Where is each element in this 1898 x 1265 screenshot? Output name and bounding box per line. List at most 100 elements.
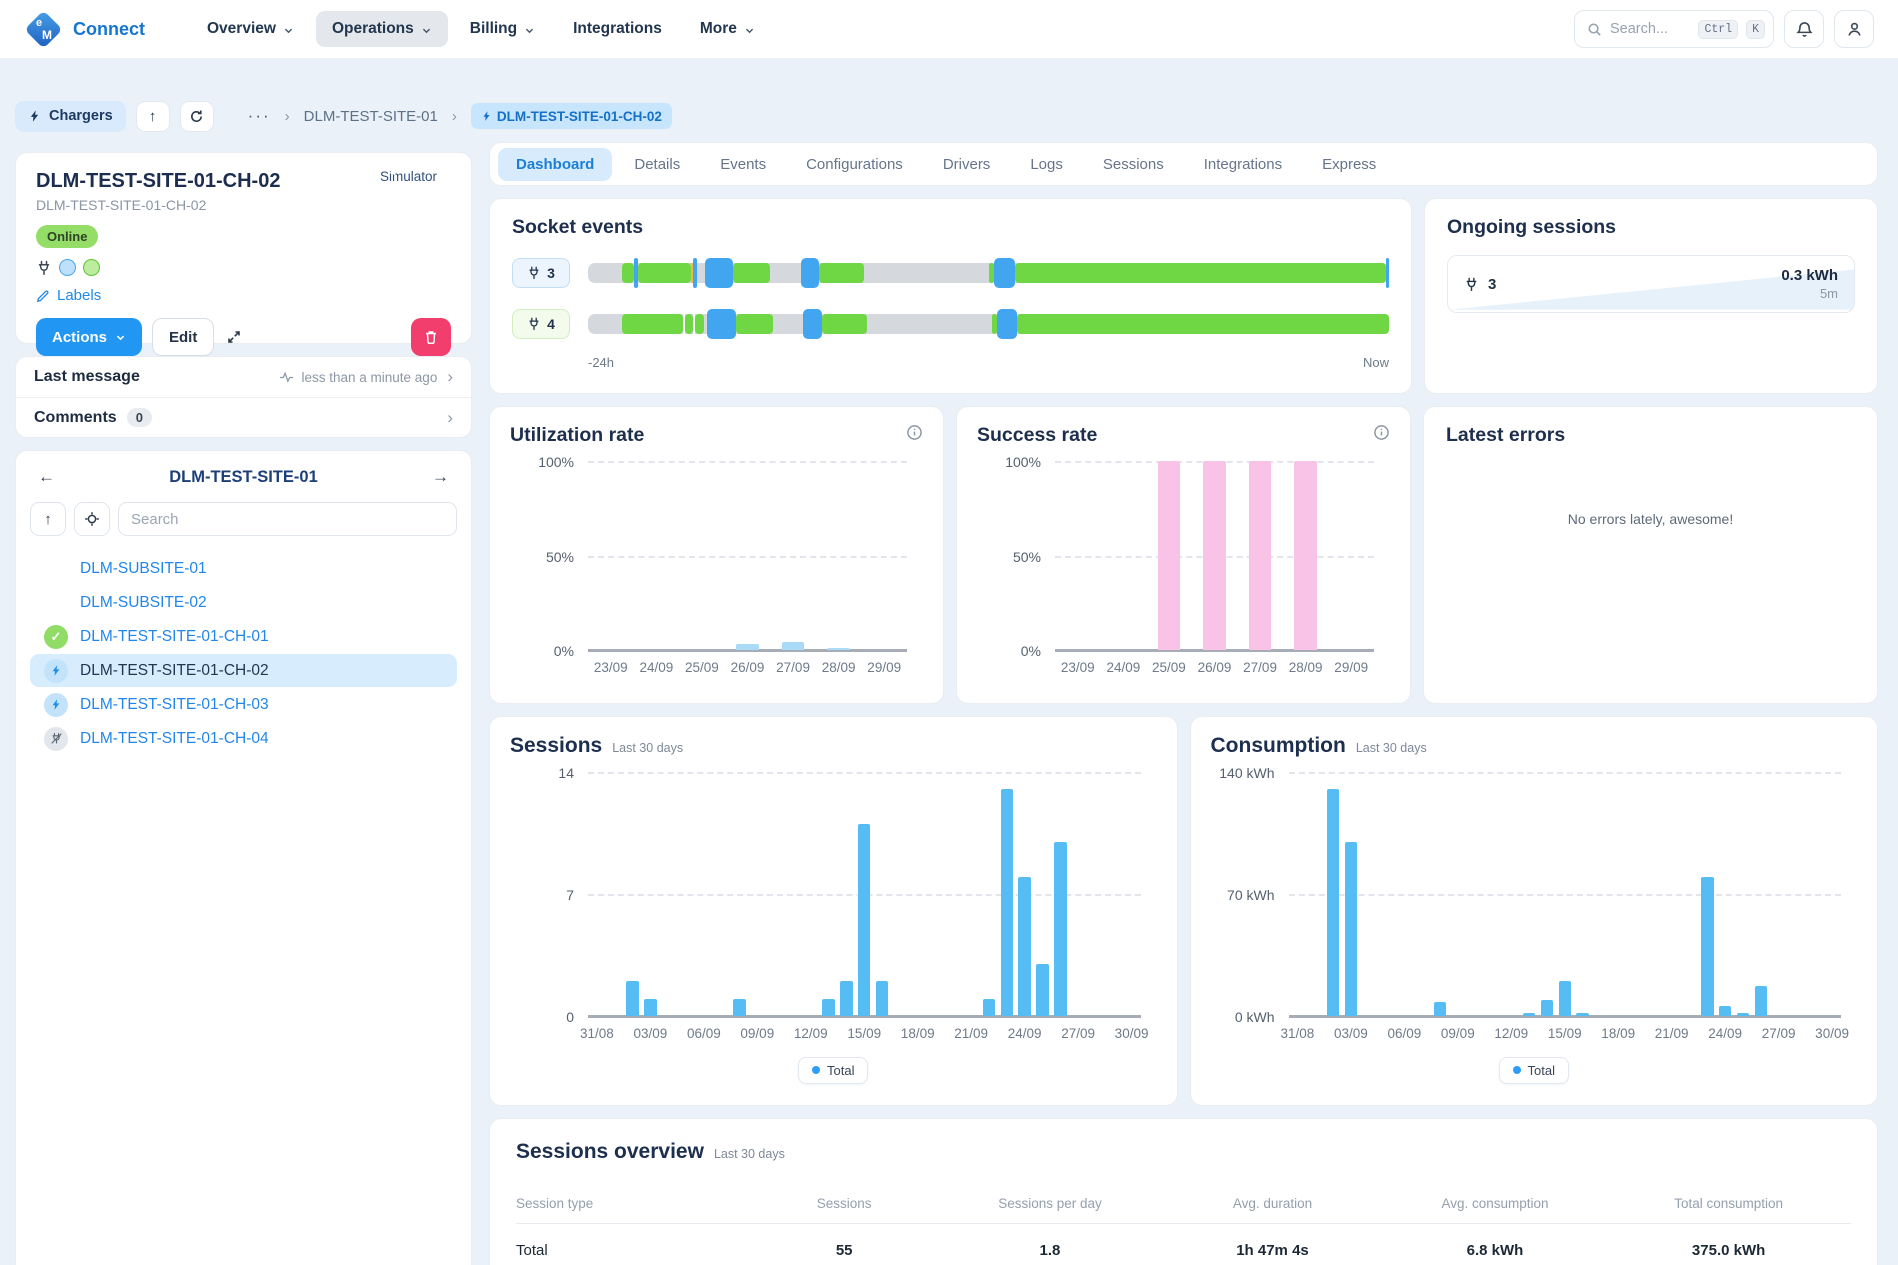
chevron-right-icon: › xyxy=(285,108,290,125)
chart-title: Utilization rate xyxy=(510,424,644,447)
crosshair-icon xyxy=(84,511,100,527)
search-input[interactable] xyxy=(1610,21,1690,37)
timeline-segment-blue xyxy=(705,258,734,288)
tree-item-dlm-test-site-01-ch-03[interactable]: DLM-TEST-SITE-01-CH-03 xyxy=(30,688,457,721)
connector-icon xyxy=(527,266,541,280)
scroll-top-button[interactable]: ↑ xyxy=(136,101,170,132)
tab-events[interactable]: Events xyxy=(702,148,784,181)
refresh-button[interactable] xyxy=(180,101,214,132)
tab-integrations[interactable]: Integrations xyxy=(1186,148,1300,181)
x-axis-tick: 28/09 xyxy=(1289,660,1323,675)
lightning-icon xyxy=(481,110,492,122)
nav-item-overview[interactable]: Overview xyxy=(191,11,310,47)
tree-item-dlm-subsite-02[interactable]: DLM-SUBSITE-02 xyxy=(30,586,457,619)
tree-item-dlm-subsite-01[interactable]: DLM-SUBSITE-01 xyxy=(30,552,457,585)
tab-details[interactable]: Details xyxy=(616,148,698,181)
y-axis-tick: 0% xyxy=(554,643,574,659)
notifications-button[interactable] xyxy=(1784,10,1824,48)
bar xyxy=(1158,461,1181,650)
y-axis-tick: 0 kWh xyxy=(1235,1009,1275,1025)
vendor-block: eM Simulator xyxy=(380,169,437,184)
actions-button[interactable]: Actions xyxy=(36,318,142,356)
comments-row[interactable]: Comments 0 › xyxy=(16,397,471,437)
nav-item-billing[interactable]: Billing xyxy=(454,11,551,47)
tree-forward-button[interactable]: → xyxy=(432,467,449,487)
brand[interactable]: eM Connect xyxy=(24,12,145,47)
nav-item-operations[interactable]: Operations xyxy=(316,11,448,47)
y-axis-tick: 140 kWh xyxy=(1219,765,1274,781)
timeline-segment-green xyxy=(1017,314,1389,334)
sessions-chart-card: Sessions Last 30 days 071431/0803/0906/0… xyxy=(489,716,1178,1106)
nav-item-integrations[interactable]: Integrations xyxy=(557,11,678,47)
session-energy: 0.3 kWh xyxy=(1781,267,1838,284)
arrow-up-icon: ↑ xyxy=(149,108,157,125)
brand-name: Connect xyxy=(73,19,145,40)
tree-locate-button[interactable] xyxy=(74,502,110,536)
tree-item-dlm-test-site-01-ch-02[interactable]: DLM-TEST-SITE-01-CH-02 xyxy=(30,654,457,687)
breadcrumb-current[interactable]: DLM-TEST-SITE-01-CH-02 xyxy=(471,103,672,129)
delete-button[interactable] xyxy=(411,318,451,356)
y-axis-tick: 50% xyxy=(1013,549,1041,565)
nav-item-label: Operations xyxy=(332,20,414,38)
legend-item-total[interactable]: Total xyxy=(798,1057,868,1084)
labels-link[interactable]: Labels xyxy=(36,287,451,304)
timeline-segment-green xyxy=(819,263,864,283)
labels-label: Labels xyxy=(57,287,101,304)
table-row: Total551.81h 47m 4s6.8 kWh375.0 kWh xyxy=(516,1224,1851,1265)
tab-sessions[interactable]: Sessions xyxy=(1085,148,1182,181)
account-button[interactable] xyxy=(1834,10,1874,48)
tab-express[interactable]: Express xyxy=(1304,148,1394,181)
legend-item-total[interactable]: Total xyxy=(1499,1057,1569,1084)
nav-item-label: Billing xyxy=(470,20,517,38)
bar xyxy=(1719,1006,1731,1016)
tree-item-dlm-test-site-01-ch-01[interactable]: ✓DLM-TEST-SITE-01-CH-01 xyxy=(30,620,457,653)
x-axis-tick: 24/09 xyxy=(1008,1026,1042,1041)
axis-end-label: Now xyxy=(1363,355,1389,370)
bar xyxy=(1576,1013,1588,1016)
tree-item-label: DLM-TEST-SITE-01-CH-03 xyxy=(80,696,269,714)
x-axis-tick: 24/09 xyxy=(1708,1026,1742,1041)
y-axis-tick: 0% xyxy=(1021,643,1041,659)
tree-back-button[interactable]: ← xyxy=(38,467,55,487)
bar xyxy=(1294,461,1317,650)
breadcrumb: Chargers ↑ ··· › DLM-TEST-SITE-01 › DLM-… xyxy=(15,100,1878,132)
edit-button[interactable]: Edit xyxy=(152,318,214,356)
bar xyxy=(644,999,656,1016)
legend-dot xyxy=(1513,1066,1521,1074)
tab-logs[interactable]: Logs xyxy=(1012,148,1081,181)
bar xyxy=(1001,789,1013,1016)
tree-site-title[interactable]: DLM-TEST-SITE-01 xyxy=(55,468,432,487)
bell-icon xyxy=(1796,21,1813,38)
y-axis-tick: 100% xyxy=(538,454,574,470)
gridline: 100% xyxy=(588,461,907,463)
timeline-segment-green xyxy=(638,263,691,283)
global-search[interactable]: Ctrl K xyxy=(1574,10,1774,48)
timeline-segment-blue xyxy=(801,258,819,288)
socket-4-label[interactable]: 4 xyxy=(512,309,570,339)
last-message-row[interactable]: Last message less than a minute ago › xyxy=(16,357,471,397)
nav-item-more[interactable]: More xyxy=(684,11,771,47)
tab-drivers[interactable]: Drivers xyxy=(925,148,1009,181)
info-icon[interactable] xyxy=(906,424,923,441)
timeline-segment-blue-thin xyxy=(634,258,637,288)
chargers-pill[interactable]: Chargers xyxy=(15,101,126,132)
tree-item-dlm-test-site-01-ch-04[interactable]: DLM-TEST-SITE-01-CH-04 xyxy=(30,722,457,755)
breadcrumb-ellipsis[interactable]: ··· xyxy=(248,106,271,126)
ongoing-session-item[interactable]: 3 0.3 kWh 5m xyxy=(1447,255,1855,313)
expand-icon[interactable] xyxy=(226,329,242,345)
connector-1-dot[interactable] xyxy=(59,259,76,276)
tab-configurations[interactable]: Configurations xyxy=(788,148,921,181)
nav-right: Ctrl K xyxy=(1574,10,1874,48)
tree-up-button[interactable]: ↑ xyxy=(30,502,66,536)
tree-search-input[interactable] xyxy=(118,502,457,536)
sessions-overview-table: Session typeSessionsSessions per dayAvg.… xyxy=(516,1188,1851,1265)
socket-3-label[interactable]: 3 xyxy=(512,258,570,288)
connector-2-dot[interactable] xyxy=(83,259,100,276)
breadcrumb-parent[interactable]: DLM-TEST-SITE-01 xyxy=(304,108,438,125)
socket-3-timeline[interactable] xyxy=(588,263,1389,283)
info-icon[interactable] xyxy=(1373,424,1390,441)
socket-4-timeline[interactable] xyxy=(588,314,1389,334)
bar xyxy=(858,824,870,1016)
person-icon xyxy=(1846,21,1863,38)
tab-dashboard[interactable]: Dashboard xyxy=(498,148,612,181)
